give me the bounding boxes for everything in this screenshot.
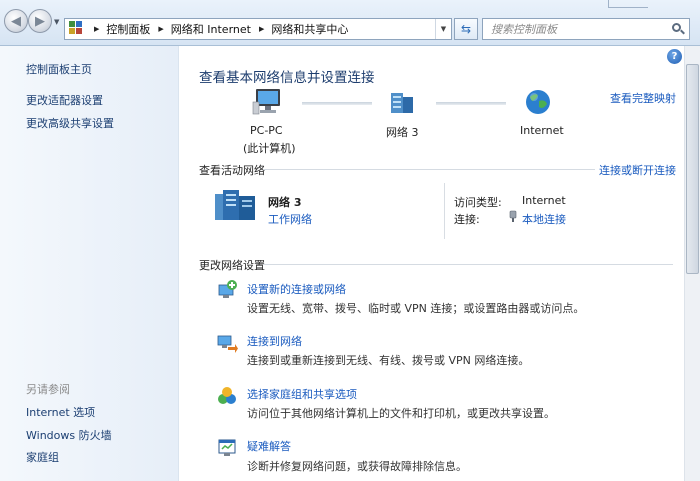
troubleshoot-icon[interactable] bbox=[216, 437, 238, 459]
new-connection-icon[interactable] bbox=[216, 279, 238, 301]
computer-name-label: PC-PC bbox=[250, 124, 283, 137]
sidebar-item-homegroup[interactable]: 家庭组 bbox=[26, 449, 59, 465]
section-divider bbox=[263, 169, 595, 170]
see-also-caption: 另请参阅 bbox=[26, 383, 70, 396]
vertical-divider bbox=[444, 183, 445, 239]
homegroup-icon[interactable] bbox=[216, 385, 238, 407]
task-troubleshoot-link[interactable]: 疑难解答 bbox=[247, 438, 291, 454]
active-networks-heading: 查看活动网络 bbox=[199, 164, 265, 177]
task-homegroup-link[interactable]: 选择家庭组和共享选项 bbox=[247, 386, 357, 402]
task-homegroup-desc: 访问位于其他网络计算机上的文件和打印机，或更改共享设置。 bbox=[247, 407, 555, 420]
forward-arrow-icon: ▶ bbox=[35, 13, 45, 29]
forward-button[interactable]: ▶ bbox=[28, 9, 52, 33]
access-type-label: 访问类型: bbox=[454, 196, 502, 209]
connect-disconnect-link[interactable]: 连接或断开连接 bbox=[599, 162, 676, 178]
connections-label: 连接: bbox=[454, 213, 480, 226]
breadcrumb-arrow-icon[interactable]: ▶ bbox=[158, 25, 163, 33]
breadcrumb-sharing-center[interactable]: 网络和共享中心 bbox=[271, 21, 348, 37]
view-full-map-link[interactable]: 查看完整映射 bbox=[610, 90, 676, 106]
work-network-icon[interactable] bbox=[213, 186, 259, 224]
task-new-connection-desc: 设置无线、宽带、拨号、临时或 VPN 连接；或设置路由器或访问点。 bbox=[247, 302, 585, 315]
scrollbar-thumb[interactable] bbox=[686, 64, 699, 274]
control-panel-icon bbox=[68, 20, 86, 38]
task-connect-network-desc: 连接到或重新连接到无线、有线、拨号或 VPN 网络连接。 bbox=[247, 354, 530, 367]
active-network-name: 网络 3 bbox=[268, 196, 302, 209]
address-bar[interactable]: ▶ 控制面板 ▶ 网络和 Internet ▶ 网络和共享中心 ▼ bbox=[64, 18, 452, 40]
sidebar-item-control-panel-home[interactable]: 控制面板主页 bbox=[26, 61, 92, 77]
task-connect-network-link[interactable]: 连接到网络 bbox=[247, 333, 302, 349]
task-new-connection-link[interactable]: 设置新的连接或网络 bbox=[247, 281, 346, 297]
address-toolbar: ◀ ▶ ▼ ▶ 控制面板 ▶ 网络和 Internet ▶ 网络和共享中心 ▼ … bbox=[0, 0, 700, 46]
breadcrumb-arrow-icon[interactable]: ▶ bbox=[259, 25, 264, 33]
task-troubleshoot-desc: 诊断并修复网络问题，或获得故障排除信息。 bbox=[247, 460, 467, 473]
change-settings-heading: 更改网络设置 bbox=[199, 259, 265, 272]
map-connection-line bbox=[302, 102, 372, 105]
access-type-value: Internet bbox=[522, 194, 566, 207]
computer-icon[interactable] bbox=[252, 86, 286, 118]
back-button[interactable]: ◀ bbox=[4, 9, 28, 33]
refresh-button[interactable]: ⇆ bbox=[454, 18, 478, 40]
search-icon[interactable] bbox=[671, 22, 685, 36]
breadcrumb-arrow-icon[interactable]: ▶ bbox=[94, 25, 99, 33]
local-connection-link[interactable]: 本地连接 bbox=[522, 211, 566, 227]
back-arrow-icon: ◀ bbox=[11, 13, 21, 29]
sidebar-item-windows-firewall[interactable]: Windows 防火墙 bbox=[26, 427, 112, 443]
map-connection-line bbox=[436, 102, 506, 105]
network-type-link[interactable]: 工作网络 bbox=[268, 211, 312, 227]
sidebar-item-adapter-settings[interactable]: 更改适配器设置 bbox=[26, 92, 103, 108]
breadcrumb-network-internet[interactable]: 网络和 Internet bbox=[171, 21, 251, 37]
window-frame-edge bbox=[608, 0, 648, 8]
refresh-icon: ⇆ bbox=[460, 22, 472, 36]
ethernet-plug-icon bbox=[509, 210, 517, 222]
help-icon[interactable]: ? bbox=[667, 49, 682, 64]
internet-map-label: Internet bbox=[520, 124, 564, 137]
recent-pages-dropdown-icon[interactable]: ▼ bbox=[54, 18, 59, 26]
search-placeholder: 搜索控制面板 bbox=[491, 23, 557, 36]
network-map-label: 网络 3 bbox=[386, 126, 419, 139]
search-input[interactable]: 搜索控制面板 bbox=[482, 18, 690, 40]
address-dropdown-icon[interactable]: ▼ bbox=[435, 19, 451, 39]
sidebar-item-internet-options[interactable]: Internet 选项 bbox=[26, 404, 95, 420]
sidebar-item-advanced-sharing[interactable]: 更改高级共享设置 bbox=[26, 115, 114, 131]
connect-network-icon[interactable] bbox=[216, 332, 238, 354]
page-title: 查看基本网络信息并设置连接 bbox=[199, 70, 375, 86]
network-icon[interactable] bbox=[388, 88, 418, 118]
this-computer-label: (此计算机) bbox=[243, 142, 296, 155]
internet-globe-icon[interactable] bbox=[524, 88, 552, 116]
breadcrumb-control-panel[interactable]: 控制面板 bbox=[106, 21, 150, 37]
section-divider bbox=[263, 264, 673, 265]
